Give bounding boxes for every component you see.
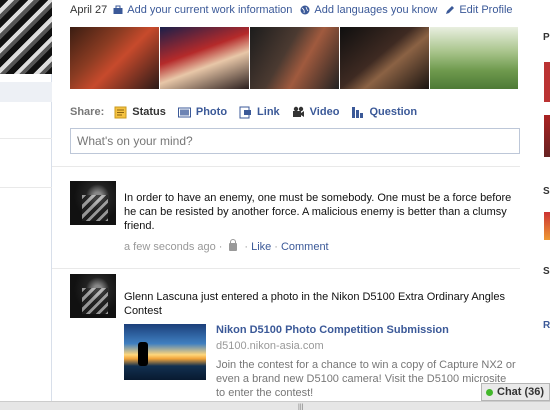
video-camera-icon (292, 106, 304, 117)
share-bar: Share: Status Photo Link Video Question (70, 104, 429, 120)
lock-icon[interactable] (229, 239, 238, 251)
share-status-tab[interactable]: Status (114, 106, 166, 119)
share-video-label: Video (309, 106, 340, 118)
profile-picture[interactable] (0, 0, 52, 74)
photo-icon (177, 107, 191, 117)
add-languages-link-label[interactable]: Add languages you know (314, 4, 437, 16)
horizontal-scrollbar[interactable]: ||| (0, 401, 550, 410)
avatar[interactable] (70, 274, 116, 318)
share-status-label: Status (132, 106, 166, 118)
profile-date: April 27 (70, 4, 108, 16)
like-link[interactable]: Like (251, 241, 271, 253)
right-column-heading: S (543, 266, 550, 277)
edit-profile-label[interactable]: Edit Profile (459, 4, 512, 16)
add-languages-link[interactable]: Add languages you know (300, 4, 437, 16)
attachment-domain: d5100.nikon-asia.com (216, 340, 324, 352)
right-column-thumbnail[interactable] (544, 212, 550, 240)
avatar[interactable] (70, 181, 116, 225)
pencil-icon (446, 6, 455, 14)
share-video-tab[interactable]: Video (292, 106, 340, 119)
share-question-label: Question (369, 106, 418, 118)
scrollbar-grip-icon[interactable]: ||| (298, 404, 303, 410)
left-column (0, 0, 52, 410)
photo-thumbnail[interactable] (250, 27, 339, 89)
share-label: Share: (70, 106, 105, 118)
share-link-label: Link (257, 106, 280, 118)
left-divider (0, 187, 52, 188)
comment-link[interactable]: Comment (281, 241, 329, 253)
photo-thumbnail[interactable] (160, 27, 249, 89)
chat-tab[interactable]: Chat (36) (481, 383, 550, 401)
photo-strip (70, 27, 519, 89)
separator-dot: · (274, 241, 278, 253)
share-question-tab[interactable]: Question (351, 106, 417, 119)
story-text: Glenn Lascuna just entered a photo in th… (124, 291, 505, 317)
add-work-link-label[interactable]: Add your current work information (127, 4, 292, 16)
right-column-heading: P (543, 32, 550, 43)
feed-divider (52, 166, 520, 167)
photo-thumbnail[interactable] (430, 27, 518, 89)
share-photo-label: Photo (195, 106, 228, 118)
profile-info-bar: April 27 Add your current work informati… (70, 2, 521, 18)
share-photo-tab[interactable]: Photo (177, 106, 228, 119)
photo-thumbnail[interactable] (340, 27, 429, 89)
separator-dot: · (244, 241, 249, 253)
story-meta: a few seconds ago · · Like · Comment (124, 239, 329, 253)
add-work-link[interactable]: Add your current work information (113, 4, 292, 16)
left-nav-highlight[interactable] (0, 82, 52, 102)
right-column: P S S R (538, 0, 550, 410)
attachment-thumbnail[interactable] (124, 324, 206, 380)
attachment-title[interactable]: Nikon D5100 Photo Competition Submission (216, 324, 449, 336)
status-icon (114, 106, 127, 118)
right-column-thumbnail[interactable] (544, 115, 550, 157)
link-icon (239, 106, 252, 118)
feed-divider (52, 268, 520, 269)
share-link-tab[interactable]: Link (239, 106, 280, 119)
attachment-description: Join the contest for a chance to win a c… (216, 359, 516, 399)
right-column-thumbnail[interactable] (544, 62, 550, 102)
chat-label: Chat (36) (497, 386, 545, 398)
edit-profile-link[interactable]: Edit Profile (445, 4, 513, 16)
separator-dot: · (218, 241, 223, 253)
story-timestamp[interactable]: a few seconds ago (124, 241, 216, 253)
globe-icon (300, 5, 310, 15)
question-icon (352, 106, 364, 118)
briefcase-icon (113, 5, 123, 14)
right-column-heading: R (543, 320, 550, 331)
online-status-icon (486, 388, 493, 396)
status-input[interactable] (70, 128, 520, 154)
photo-thumbnail[interactable] (70, 27, 159, 89)
left-divider (0, 138, 52, 139)
story-text: In order to have an enemy, one must be s… (124, 192, 512, 232)
right-column-heading: S (543, 186, 550, 197)
